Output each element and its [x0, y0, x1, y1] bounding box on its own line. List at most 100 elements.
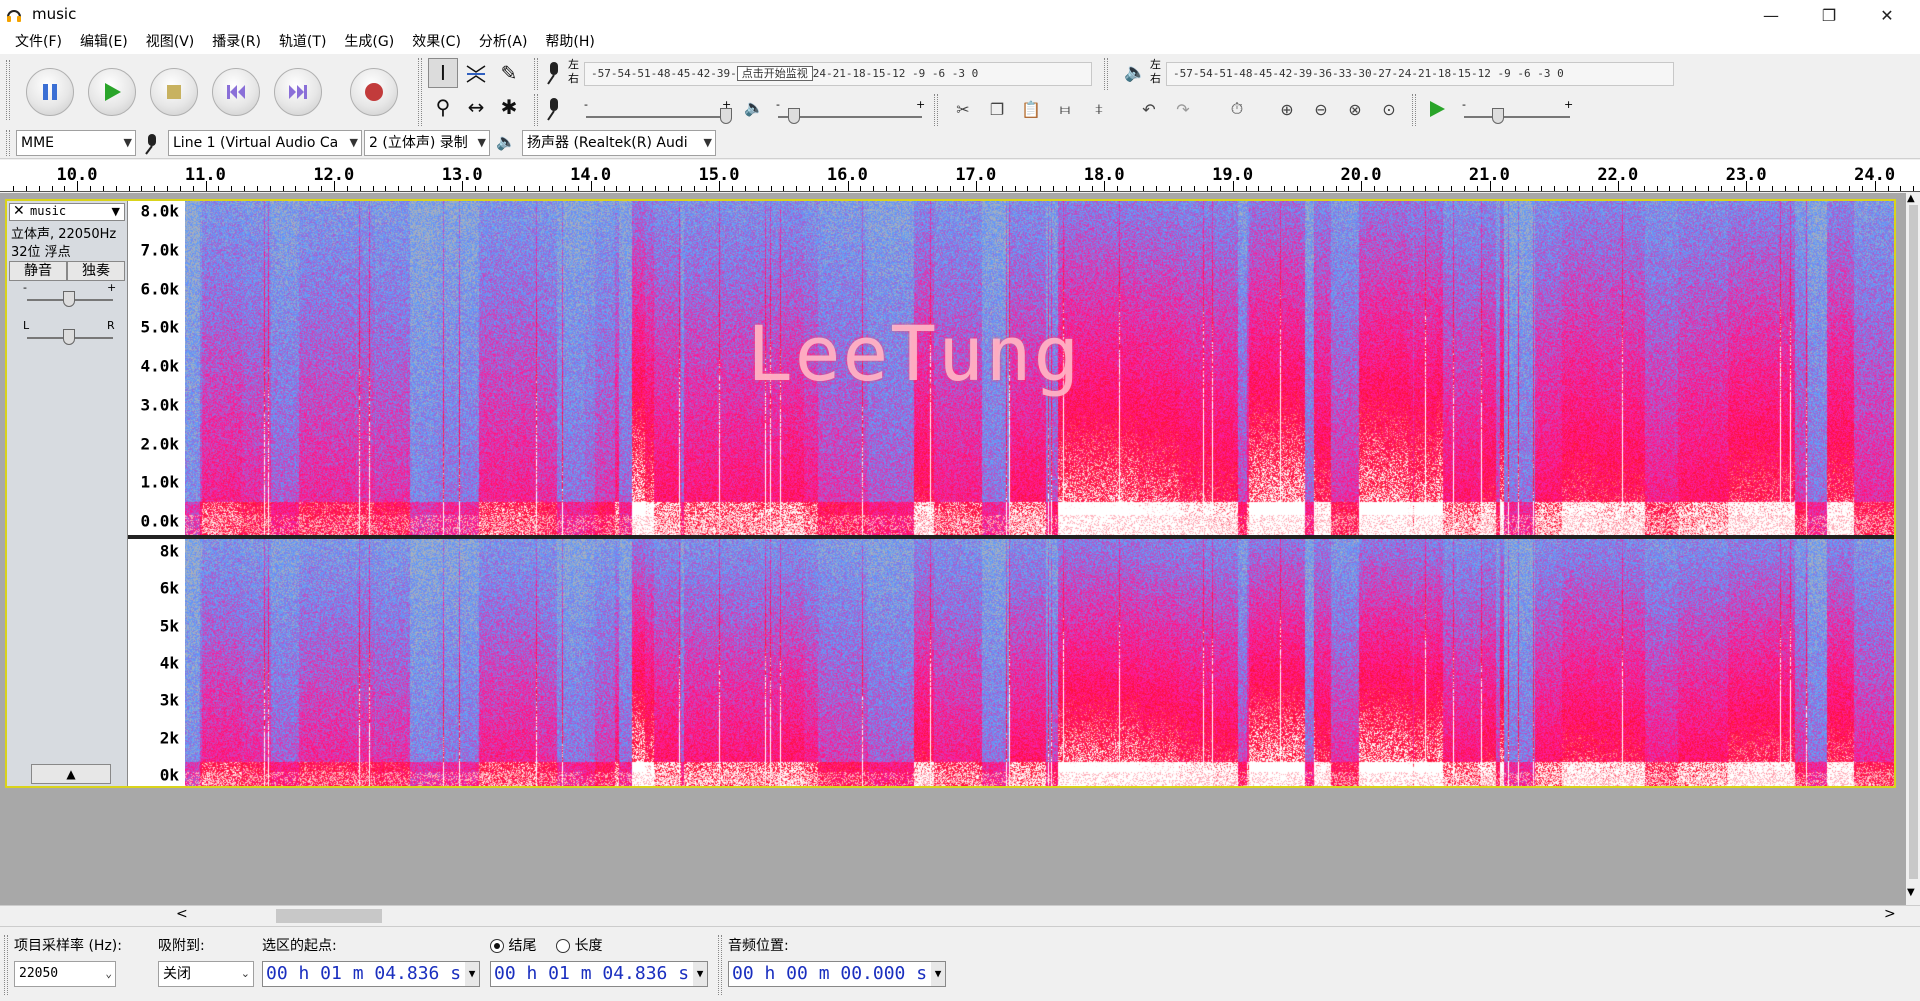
speaker-icon[interactable]: 🔈: [1124, 62, 1146, 83]
scroll-left-icon[interactable]: <: [176, 906, 188, 922]
end-radio[interactable]: 结尾: [490, 935, 536, 955]
paste-button[interactable]: 📋: [1016, 94, 1046, 124]
record-volume-thumb[interactable]: [720, 108, 732, 124]
scroll-right-icon[interactable]: >: [1884, 906, 1896, 922]
menu-effect[interactable]: 效果(C): [403, 30, 470, 54]
track-name-bar[interactable]: ✕ music ▼: [9, 203, 125, 221]
chevron-down-icon[interactable]: ▼: [693, 962, 707, 986]
redo-button[interactable]: ↷: [1168, 94, 1198, 124]
pan-thumb[interactable]: [63, 329, 75, 345]
toolbar-grip[interactable]: [534, 58, 538, 90]
snap-to-select[interactable]: 关闭 ⌄: [158, 961, 254, 987]
trim-button[interactable]: ⧦: [1050, 94, 1080, 124]
menu-help[interactable]: 帮助(H): [536, 30, 603, 54]
output-device-select[interactable]: 扬声器 (Realtek(R) Audi ▼: [522, 130, 716, 156]
fit-selection-button[interactable]: ⊗: [1340, 94, 1370, 124]
toolbar-grip[interactable]: [534, 94, 538, 126]
frequency-scale-channel-2: 8k 6k 5k 4k 3k 2k 0k: [128, 539, 185, 786]
copy-button[interactable]: ❐: [982, 94, 1012, 124]
cut-button[interactable]: ✂: [948, 94, 978, 124]
menu-file[interactable]: 文件(F): [6, 30, 71, 54]
stop-button[interactable]: [150, 68, 198, 116]
record-volume-slider[interactable]: [586, 116, 728, 118]
horizontal-scroll-thumb[interactable]: [276, 909, 382, 923]
close-button[interactable]: ✕: [1864, 0, 1910, 30]
play-speed-thumb[interactable]: [1492, 108, 1504, 124]
ruler-tick: [1643, 186, 1645, 191]
audio-track[interactable]: ✕ music ▼ 立体声, 22050Hz 32位 浮点 静音 独奏 - + …: [5, 199, 1896, 788]
project-rate-select[interactable]: 22050 ⌄: [14, 961, 116, 987]
length-radio[interactable]: 长度: [556, 935, 602, 955]
chevron-down-icon[interactable]: ▼: [465, 962, 479, 986]
channels-select[interactable]: 2 (立体声) 录制 ▼: [364, 130, 490, 156]
fit-project-button[interactable]: ⊙: [1374, 94, 1404, 124]
toolbar-grip[interactable]: [1412, 94, 1416, 126]
menu-analyze[interactable]: 分析(A): [470, 30, 537, 54]
scroll-up-icon[interactable]: ▲: [1907, 193, 1915, 204]
toolbar-grip[interactable]: [418, 58, 422, 126]
selection-tool[interactable]: Ι: [428, 58, 458, 88]
timeline-ruler[interactable]: 10.0 11.0 12.0 13.0 14.0 15.0 16.0 17.0 18.0 19.0…: [0, 160, 1920, 192]
record-button[interactable]: [350, 68, 398, 116]
sync-lock-button[interactable]: ⏱: [1222, 94, 1252, 124]
chevron-down-icon[interactable]: ▼: [931, 962, 945, 986]
zoom-in-button[interactable]: ⊕: [1272, 94, 1302, 124]
undo-button[interactable]: ↶: [1134, 94, 1164, 124]
ruler-tick: [1297, 186, 1298, 191]
vertical-scroll-thumb[interactable]: [1909, 205, 1918, 879]
envelope-tool[interactable]: [461, 58, 491, 88]
ruler-tick: [1605, 186, 1607, 191]
play-button[interactable]: [88, 68, 136, 116]
playback-meter[interactable]: -57-54-51-48-45-42-39-36-33-30-27-24-21-…: [1166, 62, 1674, 86]
end-radio-button[interactable]: [490, 939, 504, 953]
selection-end-field[interactable]: 00 h 01 m 04.836 s ▼: [490, 961, 708, 987]
mute-button[interactable]: 静音: [9, 261, 67, 281]
skip-end-button[interactable]: [274, 68, 322, 116]
toolbar-grip[interactable]: [6, 130, 10, 156]
playback-volume-thumb[interactable]: [788, 108, 800, 124]
play-at-speed-button[interactable]: [1422, 94, 1452, 124]
scroll-down-icon[interactable]: ▼: [1907, 887, 1915, 898]
zoom-out-button[interactable]: ⊖: [1306, 94, 1336, 124]
microphone-icon[interactable]: [544, 60, 566, 86]
selection-start-field[interactable]: 00 h 01 m 04.836 s ▼: [262, 961, 480, 987]
audio-host-select[interactable]: MME ▼: [16, 130, 136, 156]
play-speed-slider[interactable]: [1464, 116, 1570, 118]
toolbar-grip[interactable]: [718, 935, 722, 995]
play-volume-min: -: [776, 98, 780, 111]
minimize-button[interactable]: —: [1748, 0, 1794, 30]
multi-tool[interactable]: ✱: [494, 92, 524, 122]
length-radio-button[interactable]: [556, 939, 570, 953]
timeshift-tool[interactable]: ↔: [461, 92, 491, 122]
draw-tool[interactable]: ✎: [494, 58, 524, 88]
toolbar-grip[interactable]: [1104, 58, 1108, 90]
maximize-button[interactable]: ❐: [1806, 0, 1852, 30]
spectrogram-channel-2[interactable]: [185, 539, 1894, 786]
vertical-scrollbar[interactable]: ▲ ▼: [1906, 193, 1920, 905]
menu-view[interactable]: 视图(V): [137, 30, 204, 54]
trim-icon: ⧦: [1060, 99, 1070, 118]
pause-button[interactable]: [26, 68, 74, 116]
audio-position-field[interactable]: 00 h 00 m 00.000 s ▼: [728, 961, 946, 987]
input-device-select[interactable]: Line 1 (Virtual Audio Ca ▼: [168, 130, 362, 156]
ruler-tick: [398, 186, 400, 191]
record-meter[interactable]: -57-54-51-48-45-42-39- 点击开始监视 24-21-18-15-…: [584, 62, 1092, 86]
solo-button[interactable]: 独奏: [67, 261, 125, 281]
menu-generate[interactable]: 生成(G): [335, 30, 403, 54]
silence-button[interactable]: ⧧: [1084, 94, 1114, 124]
gain-thumb[interactable]: [63, 291, 75, 307]
toolbar-grip[interactable]: [934, 94, 938, 126]
menu-transport[interactable]: 播录(R): [203, 30, 270, 54]
toolbar-grip[interactable]: [6, 60, 10, 120]
ruler-tick: [1155, 186, 1157, 191]
toolbar-grip[interactable]: [4, 935, 8, 995]
horizontal-scrollbar[interactable]: < >: [0, 905, 1920, 925]
zoom-tool[interactable]: ⚲: [428, 92, 458, 122]
menu-tracks[interactable]: 轨道(T): [270, 30, 335, 54]
collapse-track-button[interactable]: ▲: [31, 764, 111, 784]
record-icon: [365, 83, 383, 101]
track-close-icon[interactable]: ✕: [13, 203, 25, 219]
skip-start-button[interactable]: [212, 68, 260, 116]
frequency-label: 5.0k: [140, 317, 179, 337]
menu-edit[interactable]: 编辑(E): [71, 30, 137, 54]
